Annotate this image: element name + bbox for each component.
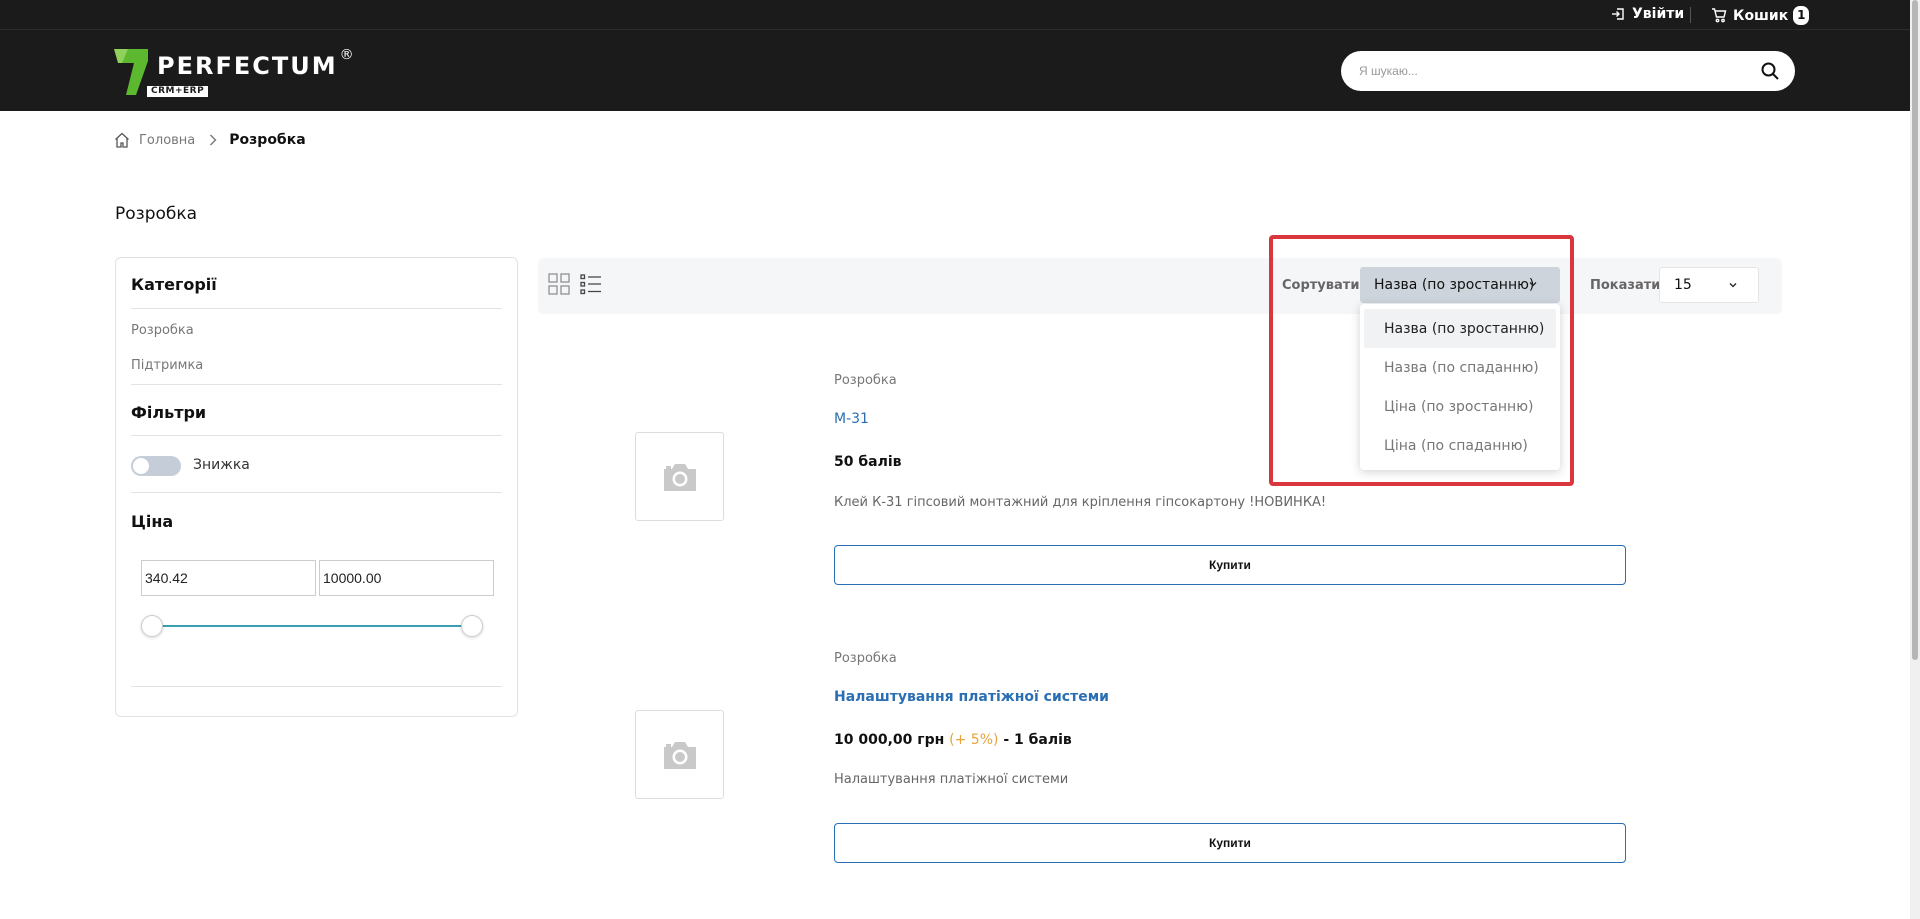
- divider: [131, 686, 502, 687]
- login-icon: [1612, 8, 1624, 20]
- product-image-placeholder[interactable]: [635, 710, 724, 799]
- product-name-link[interactable]: М-31: [834, 411, 869, 427]
- breadcrumb: Головна Розробка: [114, 132, 306, 148]
- logo-subtitle: CRM+ERP: [147, 86, 209, 97]
- discount-toggle[interactable]: [131, 456, 181, 476]
- home-icon[interactable]: [114, 132, 130, 148]
- header: PERFECTUM CRM+ERP ®: [0, 30, 1910, 111]
- price-heading: Ціна: [131, 512, 174, 531]
- chevron-right-icon: [210, 134, 217, 146]
- sort-dropdown-menu: Назва (по зростанню) Назва (по спаданню)…: [1360, 304, 1560, 470]
- page-scrollbar[interactable]: [1910, 0, 1920, 919]
- discount-label: Знижка: [193, 457, 250, 473]
- grid-view-icon[interactable]: [548, 273, 570, 295]
- show-label: Показати: [1590, 278, 1661, 293]
- sort-option-price-desc[interactable]: Ціна (по спаданню): [1364, 426, 1556, 465]
- sort-selected-value: Назва (по зростанню): [1374, 277, 1535, 293]
- product-image-placeholder[interactable]: [635, 432, 724, 521]
- price-markup: (+ 5%): [949, 732, 999, 748]
- chevron-down-icon: [1729, 283, 1737, 288]
- category-item-development[interactable]: Розробка: [131, 323, 194, 338]
- product-category[interactable]: Розробка: [834, 373, 897, 388]
- product-description: Клей К-31 гіпсовий монтажний для кріплен…: [834, 495, 1327, 510]
- product-category[interactable]: Розробка: [834, 651, 897, 666]
- per-page-select[interactable]: 15: [1659, 267, 1759, 303]
- price-slider-min-handle[interactable]: [141, 615, 163, 637]
- product-description: Налаштування платіжної системи: [834, 772, 1069, 787]
- sort-option-name-desc[interactable]: Назва (по спаданню): [1364, 348, 1556, 387]
- chevron-down-icon: [1529, 282, 1537, 287]
- list-view-icon[interactable]: [580, 273, 602, 295]
- divider: [131, 384, 502, 385]
- sort-option-name-asc[interactable]: Назва (по зростанню): [1364, 309, 1556, 348]
- search-input[interactable]: [1359, 64, 1761, 78]
- cart-label: Кошик: [1733, 7, 1789, 24]
- breadcrumb-current: Розробка: [229, 132, 306, 148]
- product-price: 50 балів: [834, 454, 902, 470]
- logo-mark-icon: [114, 49, 148, 95]
- breadcrumb-home[interactable]: Головна: [139, 133, 195, 148]
- per-page-value: 15: [1674, 277, 1692, 293]
- catalog-toolbar: Сортувати Назва (по зростанню) Показати …: [538, 258, 1782, 314]
- filters-heading: Фільтри: [131, 403, 207, 422]
- login-link[interactable]: Увійти: [1611, 6, 1684, 22]
- divider: [131, 492, 502, 493]
- login-label: Увійти: [1632, 6, 1685, 22]
- camera-icon: [663, 463, 696, 491]
- top-bar: Увійти Кошик 1: [0, 0, 1910, 30]
- cart-icon: [1712, 8, 1727, 23]
- price-max-input[interactable]: [319, 560, 494, 596]
- search-icon[interactable]: [1761, 62, 1779, 80]
- price-value: 10 000,00 грн: [834, 732, 945, 748]
- product-name-link[interactable]: Налаштування платіжної системи: [834, 689, 1109, 705]
- divider: [131, 308, 502, 309]
- price-min-input[interactable]: [141, 560, 316, 596]
- sort-label: Сортувати: [1282, 278, 1360, 293]
- camera-icon: [663, 741, 696, 769]
- sort-option-price-asc[interactable]: Ціна (по зростанню): [1364, 387, 1556, 426]
- buy-button[interactable]: Купити: [834, 823, 1626, 863]
- price-slider-track[interactable]: [153, 625, 474, 627]
- price-slider-max-handle[interactable]: [461, 615, 483, 637]
- divider: [131, 435, 502, 436]
- logo[interactable]: PERFECTUM CRM+ERP ®: [114, 47, 354, 97]
- cart-link[interactable]: Кошик 1: [1711, 6, 1810, 25]
- page-title: Розробка: [115, 204, 198, 224]
- logo-registered-mark: ®: [339, 47, 354, 63]
- product-price: 10 000,00 грн (+ 5%) - 1 балів: [834, 732, 1072, 748]
- topbar-divider: [1690, 7, 1691, 23]
- category-item-support[interactable]: Підтримка: [131, 358, 203, 373]
- categories-heading: Категорії: [131, 275, 217, 294]
- scrollbar-thumb[interactable]: [1912, 0, 1918, 660]
- sort-select[interactable]: Назва (по зростанню): [1360, 267, 1560, 303]
- price-points: - 1 балів: [1003, 732, 1072, 748]
- search-bar: [1341, 51, 1795, 91]
- sidebar: Категорії Розробка Підтримка Фільтри Зни…: [115, 257, 518, 717]
- logo-text: PERFECTUM: [157, 52, 338, 80]
- buy-button[interactable]: Купити: [834, 545, 1626, 585]
- cart-count-badge: 1: [1793, 6, 1810, 25]
